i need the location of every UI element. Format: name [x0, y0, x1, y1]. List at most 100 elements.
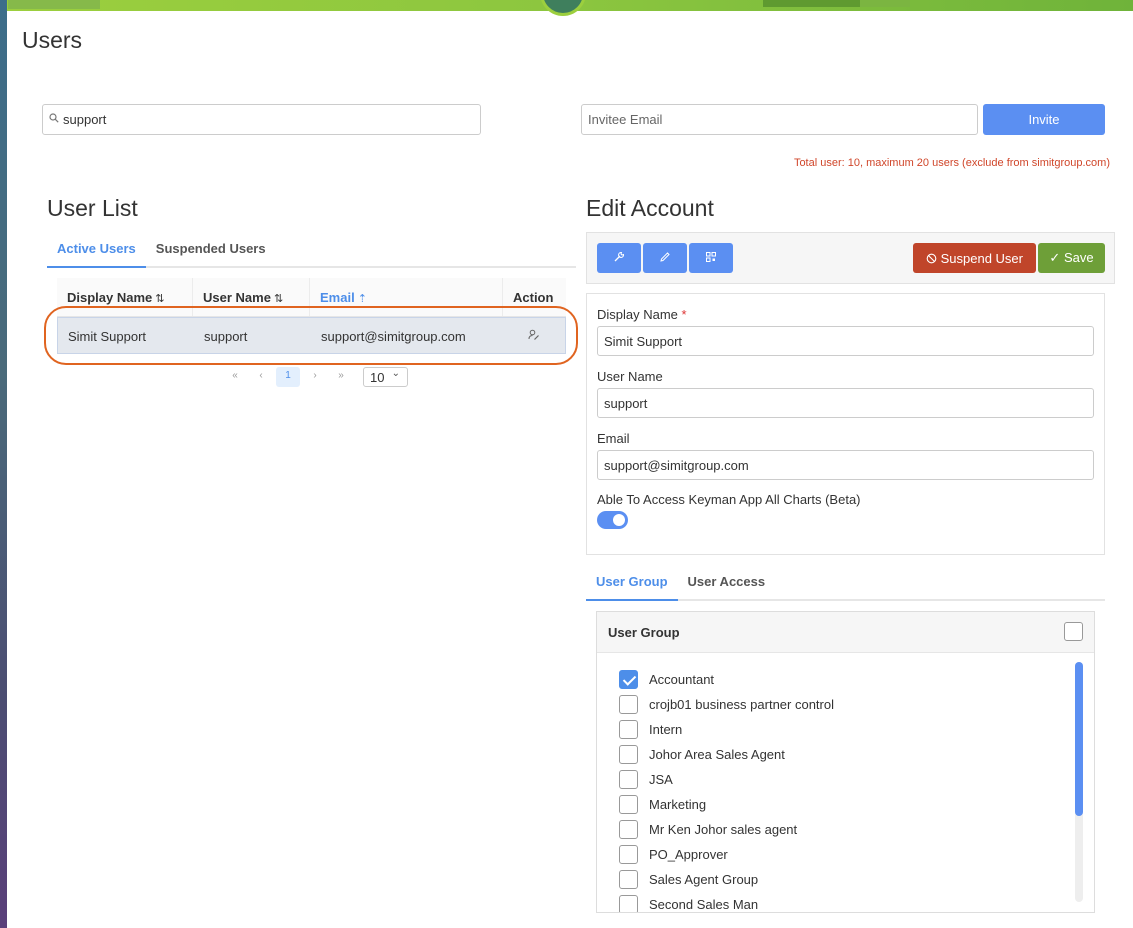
- search-icon: [49, 113, 59, 123]
- ban-icon: [926, 253, 937, 263]
- qr-code-button[interactable]: [689, 243, 733, 273]
- column-label: Display Name: [67, 290, 153, 305]
- column-display-name[interactable]: Display Name ⇅: [57, 278, 193, 316]
- column-label: User Name: [203, 290, 271, 305]
- page-title: Users: [22, 27, 83, 53]
- banner-block: [763, 0, 860, 7]
- invite-button[interactable]: Invite: [983, 104, 1105, 135]
- next-page-button[interactable]: ›: [302, 367, 328, 387]
- user-name-label: User Name: [597, 369, 663, 384]
- edit-button[interactable]: [643, 243, 687, 273]
- group-label: Intern: [649, 722, 683, 737]
- suspend-user-button[interactable]: Suspend User: [913, 243, 1036, 273]
- list-item[interactable]: Mr Ken Johor sales agent: [619, 817, 1079, 842]
- group-label: Johor Area Sales Agent: [649, 747, 785, 762]
- chevron-down-icon: ⌄: [391, 368, 400, 379]
- account-tabs: User Group User Access: [586, 574, 1105, 601]
- scrollbar-thumb[interactable]: [1075, 662, 1083, 816]
- email-label: Email: [597, 431, 630, 446]
- window-edge: [0, 0, 7, 928]
- tab-user-group[interactable]: User Group: [586, 574, 678, 601]
- list-item[interactable]: Second Sales Man: [619, 892, 1079, 912]
- user-name-field[interactable]: [597, 388, 1094, 418]
- tab-suspended-users[interactable]: Suspended Users: [146, 241, 276, 266]
- tab-active-users[interactable]: Active Users: [47, 241, 146, 268]
- users-table: Display Name ⇅ User Name ⇅ Email ⇡ Action S…: [57, 278, 566, 354]
- display-name-label: Display Name *: [597, 307, 687, 322]
- cell-email: support@simitgroup.com: [321, 329, 466, 344]
- column-user-name[interactable]: User Name ⇅: [193, 278, 310, 316]
- page-size-select[interactable]: 10 ⌄: [363, 367, 408, 387]
- table-header: Display Name ⇅ User Name ⇅ Email ⇡ Action: [57, 278, 566, 317]
- group-label: Accountant: [649, 672, 715, 687]
- list-item[interactable]: Intern: [619, 717, 1079, 742]
- save-button[interactable]: ✓ Save: [1038, 243, 1105, 273]
- page-number[interactable]: 1: [276, 367, 300, 387]
- user-list-title: User List: [47, 195, 138, 221]
- group-checkbox[interactable]: [619, 670, 638, 689]
- tab-user-access[interactable]: User Access: [678, 574, 776, 599]
- qr-code-icon: [706, 251, 716, 262]
- group-label: JSA: [649, 772, 673, 787]
- wrench-button[interactable]: [597, 243, 641, 273]
- user-group-title: User Group: [608, 625, 680, 640]
- top-banner: [0, 0, 1133, 16]
- user-group-panel: User Group Accountant crojb01 business pa…: [596, 611, 1095, 913]
- scrollbar[interactable]: [1075, 662, 1083, 902]
- group-label: crojb01 business partner control: [649, 697, 834, 712]
- cell-action: [504, 318, 565, 353]
- page-size-value: 10: [370, 370, 385, 385]
- user-list-tabs: Active Users Suspended Users: [47, 241, 576, 268]
- group-checkbox[interactable]: [619, 820, 638, 839]
- display-name-label-text: Display Name: [597, 307, 678, 322]
- required-marker: *: [681, 307, 687, 322]
- list-item[interactable]: Sales Agent Group: [619, 867, 1079, 892]
- sort-ascending-icon: ⇡: [357, 293, 367, 305]
- email-field[interactable]: [597, 450, 1094, 480]
- display-name-field[interactable]: [597, 326, 1094, 356]
- edit-toolbar: Suspend User ✓ Save: [586, 232, 1115, 284]
- group-checkbox[interactable]: [619, 870, 638, 889]
- group-checkbox[interactable]: [619, 795, 638, 814]
- total-users-note: Total user: 10, maximum 20 users (exclud…: [793, 157, 1110, 169]
- select-all-checkbox[interactable]: [1064, 622, 1083, 641]
- search-box[interactable]: [42, 104, 481, 135]
- cell-user-name: support: [204, 329, 248, 344]
- group-checkbox[interactable]: [619, 895, 638, 912]
- list-item[interactable]: Accountant: [619, 667, 1079, 692]
- group-checkbox[interactable]: [619, 845, 638, 864]
- keyman-access-label: Able To Access Keyman App All Charts (Be…: [597, 492, 861, 507]
- check-icon: ✓: [1049, 250, 1061, 265]
- list-item[interactable]: JSA: [619, 767, 1079, 792]
- invitee-email-input[interactable]: [581, 104, 978, 135]
- cell-display-name: Simit Support: [68, 329, 147, 344]
- group-label: Second Sales Man: [649, 897, 759, 912]
- group-label: PO_Approver: [649, 847, 728, 862]
- suspend-user-label: Suspend User: [940, 250, 1023, 266]
- group-label: Sales Agent Group: [649, 872, 759, 887]
- group-checkbox[interactable]: [619, 695, 638, 714]
- list-item[interactable]: PO_Approver: [619, 842, 1079, 867]
- group-label: Mr Ken Johor sales agent: [649, 822, 798, 837]
- list-item[interactable]: Johor Area Sales Agent: [619, 742, 1079, 767]
- pencil-icon: [660, 251, 670, 262]
- last-page-button[interactable]: »: [328, 367, 354, 387]
- column-action: Action: [503, 278, 566, 316]
- list-item[interactable]: Marketing: [619, 792, 1079, 817]
- sort-icon: ⇅: [155, 293, 165, 305]
- search-input[interactable]: [63, 105, 473, 134]
- group-checkbox[interactable]: [619, 720, 638, 739]
- list-item[interactable]: crojb01 business partner control: [619, 692, 1079, 717]
- column-label: Action: [513, 290, 554, 305]
- prev-page-button[interactable]: ‹: [248, 367, 274, 387]
- first-page-button[interactable]: «: [222, 367, 248, 387]
- user-edit-icon[interactable]: [528, 329, 540, 341]
- table-row[interactable]: Simit Support support support@simitgroup…: [57, 317, 566, 354]
- column-email[interactable]: Email ⇡: [310, 278, 503, 316]
- app-logo: [540, 0, 586, 16]
- group-checkbox[interactable]: [619, 770, 638, 789]
- user-group-header: User Group: [597, 612, 1094, 653]
- group-checkbox[interactable]: [619, 745, 638, 764]
- banner-block: [8, 0, 100, 9]
- keyman-access-toggle[interactable]: [597, 511, 628, 529]
